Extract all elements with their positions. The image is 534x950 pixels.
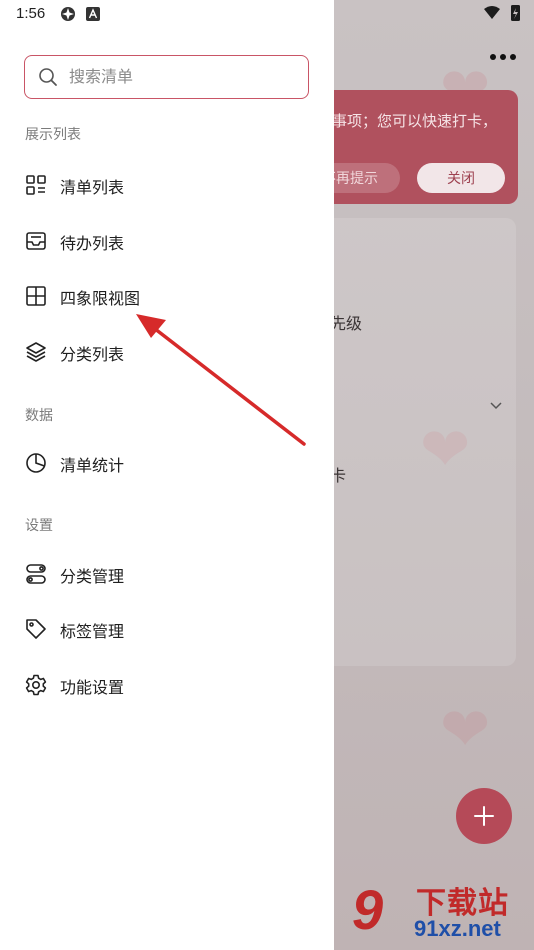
search-input[interactable] (69, 56, 299, 97)
menu-label: 功能设置 (60, 678, 125, 697)
gear-icon (25, 674, 47, 696)
close-tip-button[interactable]: 关闭 (417, 163, 505, 193)
watermark: 9 下载站 91xz.net (348, 876, 528, 946)
menu-label: 四象限视图 (60, 289, 141, 308)
watermark-mark: 9 (352, 878, 384, 941)
menu-item-checklist-stats[interactable]: 清单统计 (0, 439, 334, 487)
inbox-icon (26, 232, 46, 250)
menu-item-feature-settings[interactable]: 功能设置 (0, 661, 334, 709)
priority-text: 先级 (330, 314, 363, 333)
status-time: 1:56 (16, 5, 46, 22)
grid-list-icon (26, 175, 46, 195)
search-icon (39, 68, 57, 86)
more-options-icon[interactable] (489, 53, 517, 61)
section-title-display-list: 展示列表 (25, 127, 81, 143)
menu-item-todo-list[interactable]: 待办列表 (0, 217, 334, 265)
status-icons-right (484, 5, 520, 21)
menu-label: 分类列表 (60, 345, 125, 364)
section-title-data: 数据 (25, 408, 53, 424)
menu-label: 标签管理 (60, 622, 125, 641)
add-fab-button[interactable] (456, 788, 512, 844)
menu-label: 分类管理 (60, 567, 125, 586)
layers-icon (26, 342, 46, 362)
quadrant-icon (26, 286, 46, 306)
section-title-settings: 设置 (25, 518, 53, 534)
menu-item-category-manage[interactable]: 分类管理 (0, 550, 334, 598)
menu-item-tag-manage[interactable]: 标签管理 (0, 605, 334, 653)
pie-chart-icon (26, 453, 46, 473)
category-manage-icon (26, 564, 46, 584)
menu-item-quadrant-view[interactable]: 四象限视图 (0, 272, 334, 320)
chevron-down-icon[interactable] (490, 402, 502, 410)
menu-label: 待办列表 (60, 234, 125, 253)
search-box[interactable] (24, 55, 309, 99)
tag-icon (26, 619, 46, 639)
tip-text: 事项；您可以快速打卡， (332, 112, 498, 130)
app-status-icon (61, 7, 75, 21)
navigation-drawer: 1:56 展示列表 清单列表 待办列表 (0, 0, 334, 950)
notification-a-icon (86, 7, 100, 21)
background-heart-decoration: ❤ (440, 695, 491, 765)
menu-label: 清单列表 (60, 178, 125, 197)
menu-label: 清单统计 (60, 456, 125, 475)
menu-item-checklist-list[interactable]: 清单列表 (0, 161, 334, 209)
menu-item-category-list[interactable]: 分类列表 (0, 328, 334, 376)
watermark-url: 91xz.net (414, 916, 501, 941)
